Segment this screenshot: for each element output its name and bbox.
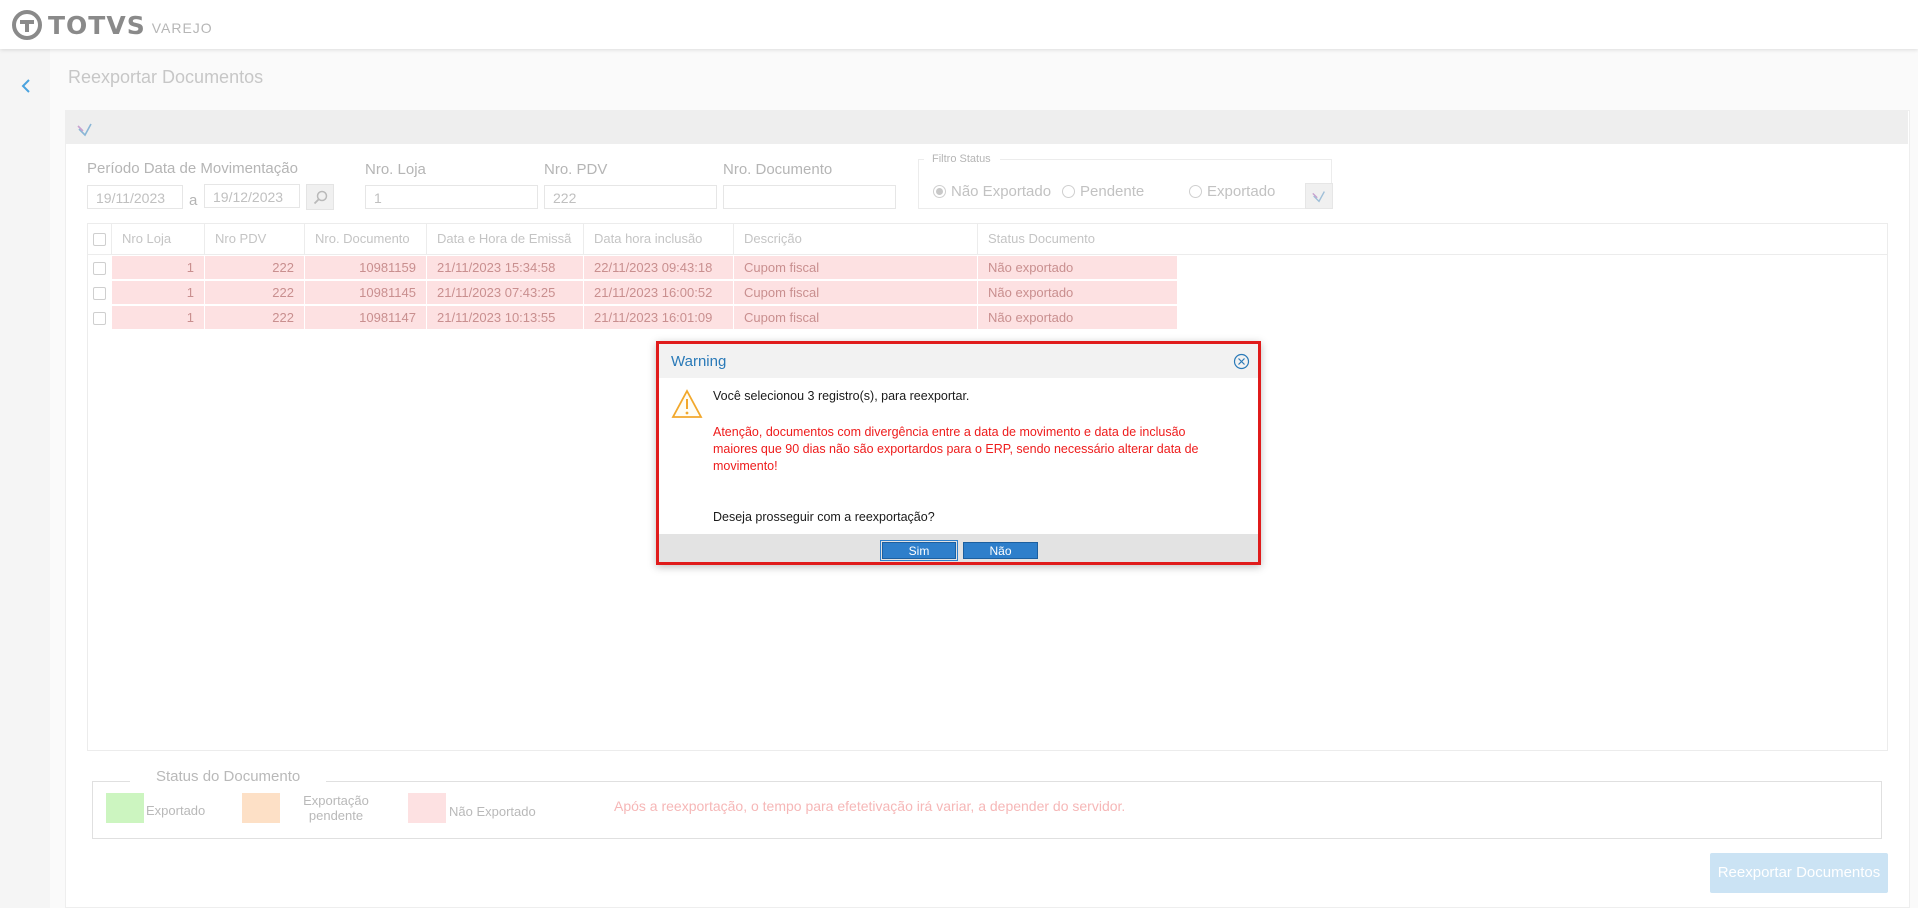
page-title: Reexportar Documentos	[68, 67, 264, 87]
close-icon[interactable]	[1233, 353, 1250, 370]
totvs-logo: TOTVS VAREJO	[12, 10, 213, 40]
col-nro-pdv[interactable]: Nro PDV	[205, 224, 305, 254]
radio-dot	[1062, 185, 1075, 198]
legend-nao-exportado-label: Não Exportado	[449, 804, 536, 819]
cell-data-inclusao: 21/11/2023 16:00:52	[584, 281, 734, 305]
panel-toolbar	[66, 111, 1908, 144]
pdv-label: Nro. PDV	[544, 161, 608, 178]
totvs-logo-icon	[12, 10, 42, 40]
cell-descricao: Cupom fiscal	[734, 256, 978, 280]
grid-header: Nro Loja Nro PDV Nro. Documento Data e H…	[87, 224, 1887, 255]
col-nro-loja[interactable]: Nro Loja	[112, 224, 205, 254]
cell-loja: 1	[112, 306, 205, 330]
date-separator: a	[189, 192, 198, 209]
yes-button[interactable]: Sim	[880, 540, 958, 561]
cell-status: Não exportado	[978, 306, 1178, 330]
reexport-documents-button[interactable]: Reexportar Documentos	[1710, 853, 1888, 893]
cell-data-emissao: 21/11/2023 07:43:25	[427, 281, 584, 305]
search-icon	[313, 190, 328, 205]
cell-documento: 10981147	[305, 306, 427, 330]
legend-note: Após a reexportação, o tempo para efetet…	[614, 798, 1126, 814]
back-arrow-icon[interactable]	[16, 76, 36, 96]
select-all-checkbox[interactable]	[93, 233, 106, 246]
status-filter-legend: Filtro Status	[932, 153, 991, 165]
dialog-header: Warning	[659, 344, 1258, 378]
cell-documento: 10981159	[305, 256, 427, 280]
date-to-input[interactable]: 19/12/2023	[204, 184, 300, 208]
dialog-title: Warning	[671, 353, 727, 370]
radio-nao-exportado[interactable]: Não Exportado	[933, 183, 1051, 200]
brand-name: TOTVS	[48, 10, 146, 40]
select-all-cell	[87, 224, 112, 254]
documento-label: Nro. Documento	[723, 161, 833, 178]
col-nro-documento[interactable]: Nro. Documento	[305, 224, 427, 254]
col-status[interactable]: Status Documento	[978, 224, 1887, 254]
cell-pdv: 222	[205, 281, 305, 305]
cell-data-inclusao: 21/11/2023 16:01:09	[584, 306, 734, 330]
top-bar: TOTVS VAREJO	[0, 0, 1918, 49]
documento-input[interactable]	[723, 185, 896, 209]
warning-triangle-icon	[671, 389, 703, 418]
date-search-button[interactable]	[306, 184, 334, 210]
clear-status-button[interactable]	[1305, 183, 1333, 209]
cell-pdv: 222	[205, 306, 305, 330]
row-checkbox[interactable]	[93, 312, 106, 325]
swatch-pendente	[242, 793, 280, 823]
cell-descricao: Cupom fiscal	[734, 306, 978, 330]
legend-exportado-label: Exportado	[146, 803, 206, 818]
swatch-nao-exportado	[408, 793, 446, 823]
cell-pdv: 222	[205, 256, 305, 280]
pdv-input[interactable]: 222	[544, 185, 717, 209]
brand-subtitle: VAREJO	[151, 20, 213, 36]
cell-data-emissao: 21/11/2023 10:13:55	[427, 306, 584, 330]
legend-pendente-label: Exportação pendente	[303, 793, 369, 823]
date-from-input[interactable]: 19/11/2023	[87, 185, 183, 209]
radio-label-exportado: Exportado	[1207, 183, 1276, 200]
warning-dialog: Warning Você selecionou 3 registro(s), p…	[656, 341, 1261, 565]
clear-filter-icon[interactable]	[76, 120, 94, 138]
cell-documento: 10981145	[305, 281, 427, 305]
radio-label-pendente: Pendente	[1080, 183, 1145, 200]
radio-dot-selected	[933, 185, 946, 198]
cell-loja: 1	[112, 281, 205, 305]
radio-exportado[interactable]: Exportado	[1189, 183, 1275, 200]
left-rail	[0, 49, 50, 908]
radio-label-nao-exportado: Não Exportado	[951, 183, 1052, 200]
swatch-exportado	[106, 793, 144, 823]
broom-icon	[1312, 191, 1325, 203]
cell-loja: 1	[112, 256, 205, 280]
col-data-inclusao[interactable]: Data hora inclusão	[584, 224, 734, 254]
periodo-label: Período Data de Movimentação	[87, 160, 298, 177]
status-legend-title: Status do Documento	[130, 768, 327, 785]
col-data-emissao[interactable]: Data e Hora de Emissã	[427, 224, 584, 254]
cell-data-inclusao: 22/11/2023 09:43:18	[584, 256, 734, 280]
no-button[interactable]: Não	[963, 542, 1038, 559]
cell-descricao: Cupom fiscal	[734, 281, 978, 305]
row-checkbox[interactable]	[93, 287, 106, 300]
col-descricao[interactable]: Descrição	[734, 224, 978, 254]
row-checkbox[interactable]	[93, 262, 106, 275]
cell-status: Não exportado	[978, 281, 1178, 305]
dialog-message: Você selecionou 3 registro(s), para reex…	[713, 389, 970, 403]
cell-status: Não exportado	[978, 256, 1178, 280]
radio-dot	[1189, 185, 1202, 198]
cell-data-emissao: 21/11/2023 15:34:58	[427, 256, 584, 280]
loja-label: Nro. Loja	[365, 161, 426, 178]
radio-pendente[interactable]: Pendente	[1062, 183, 1144, 200]
dialog-question: Deseja prosseguir com a reexportação?	[713, 510, 935, 524]
loja-input[interactable]: 1	[365, 185, 538, 209]
dialog-warning-text: Atenção, documentos com divergência entr…	[713, 425, 1199, 473]
dialog-footer	[659, 534, 1258, 562]
